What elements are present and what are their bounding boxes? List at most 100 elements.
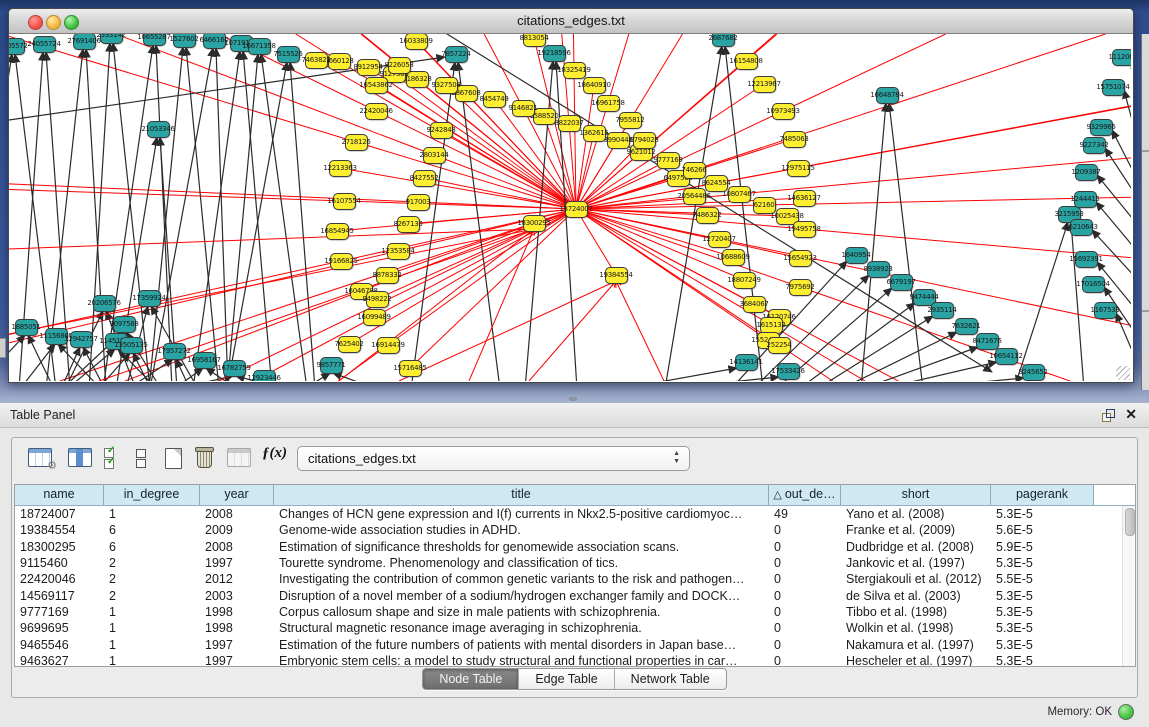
graph-node[interactable]: 7486322	[696, 207, 719, 224]
graph-node[interactable]: 19166825	[330, 253, 353, 270]
graph-node[interactable]: 18640910	[583, 77, 606, 94]
graph-node[interactable]: 20564486	[683, 188, 706, 205]
black-edge[interactable]	[458, 62, 500, 381]
black-edge[interactable]	[193, 51, 240, 381]
column-header-in_degree[interactable]: in_degree	[104, 485, 200, 505]
graph-node[interactable]: 17359924	[138, 290, 161, 307]
network-window-titlebar[interactable]: citations_edges.txt	[9, 9, 1133, 34]
table-row[interactable]: 911546021997Tourette syndrome. Phenomeno…	[15, 555, 1135, 571]
graph-node[interactable]: 10807467	[728, 186, 751, 203]
graph-node[interactable]: 6466160	[203, 34, 226, 49]
close-panel-icon[interactable]: ✕	[1125, 406, 1137, 423]
graph-node[interactable]: 21053346	[147, 121, 170, 138]
black-edge[interactable]	[1071, 222, 1084, 381]
network-canvas[interactable]: 1603380988130541832541918640910169617587…	[9, 34, 1131, 381]
table-row[interactable]: 946362711997Embryonic stem cells: a mode…	[15, 653, 1135, 667]
graph-node[interactable]: 12213967	[753, 76, 776, 93]
graph-node[interactable]: 6679197	[890, 274, 913, 291]
graph-node[interactable]: 8822037	[558, 115, 581, 132]
graph-node[interactable]: 9857771	[320, 357, 343, 374]
red-edge[interactable]	[616, 281, 664, 381]
graph-node[interactable]: 24055724	[33, 36, 56, 53]
red-edge[interactable]	[60, 223, 534, 381]
node-table[interactable]: namein_degreeyeartitle△out_de…shortpager…	[14, 484, 1136, 667]
graph-node[interactable]: 917003	[407, 194, 430, 211]
graph-node[interactable]: 19495758	[793, 221, 816, 238]
graph-node[interactable]: 746266	[683, 162, 706, 179]
graph-node[interactable]: 18325419	[563, 62, 586, 79]
column-header-short[interactable]: short	[841, 485, 991, 505]
graph-node[interactable]: 19384554	[605, 267, 628, 284]
red-edge[interactable]	[399, 281, 616, 381]
black-edge[interactable]	[290, 62, 315, 381]
graph-node[interactable]: 6794028	[633, 132, 656, 149]
red-edge[interactable]	[376, 111, 576, 209]
black-edge[interactable]	[1116, 313, 1131, 362]
black-edge[interactable]	[156, 45, 172, 381]
graph-node[interactable]: 10688609	[722, 249, 745, 266]
graph-node[interactable]: 7632621	[955, 318, 978, 335]
graph-node[interactable]: 18807249	[733, 272, 756, 289]
red-edge[interactable]	[608, 34, 629, 103]
graph-node[interactable]: 8226058	[388, 57, 411, 74]
graph-node[interactable]: 12720407	[708, 231, 731, 248]
graph-node[interactable]: 7955812	[619, 112, 642, 129]
graph-node[interactable]: 2935114	[931, 302, 954, 319]
graph-node[interactable]: 1209387	[1075, 164, 1098, 181]
graph-node[interactable]: 16914479	[377, 337, 400, 354]
graph-node[interactable]: 8454749	[483, 91, 506, 108]
graph-node[interactable]: 16107554	[333, 193, 356, 210]
graph-node[interactable]: 8427552	[413, 170, 436, 187]
graph-node[interactable]: 9327508	[435, 77, 458, 94]
graph-node[interactable]: 7515526	[277, 46, 300, 63]
delete-table-icon[interactable]	[197, 450, 212, 468]
column-header-out_de[interactable]: △out_de…	[769, 485, 841, 505]
column-chooser-icon[interactable]	[68, 448, 92, 467]
graph-node[interactable]: 16782759	[223, 360, 246, 377]
graph-node[interactable]: 8471676	[976, 333, 999, 350]
graph-node[interactable]: 18300295	[523, 215, 546, 232]
column-header-year[interactable]: year	[200, 485, 274, 505]
graph-node[interactable]: 27691406	[73, 34, 96, 50]
graph-node[interactable]: 16033809	[405, 34, 428, 50]
graph-node[interactable]: 9245652	[1022, 364, 1045, 381]
graph-node[interactable]: 7625402	[338, 336, 361, 353]
graph-node[interactable]: 8186328	[406, 71, 429, 88]
graph-node-hub[interactable]: 18724007	[565, 201, 588, 218]
new-table-icon[interactable]	[165, 448, 182, 469]
table-row[interactable]: 977716911998Corpus callosum shape and si…	[15, 604, 1135, 620]
graph-node[interactable]: 2718126	[345, 134, 368, 151]
graph-node[interactable]: 16648784	[876, 87, 899, 104]
black-edge[interactable]	[261, 54, 307, 381]
graph-node[interactable]: 8938923	[867, 261, 890, 278]
memory-status-indicator[interactable]	[1118, 704, 1134, 720]
graph-node[interactable]: 9227342	[1083, 137, 1106, 154]
graph-node[interactable]: 7975692	[789, 279, 812, 296]
tab-edge-table[interactable]: Edge Table	[519, 669, 614, 689]
graph-node[interactable]: 16854945	[326, 223, 349, 240]
graph-node[interactable]: 17533426	[777, 363, 800, 380]
import-table-icon[interactable]	[227, 448, 251, 467]
red-edge[interactable]	[9, 229, 534, 249]
black-edge[interactable]	[304, 373, 330, 381]
red-edge[interactable]	[783, 34, 946, 111]
graph-node[interactable]: 12942757	[70, 331, 93, 348]
table-row[interactable]: 2242004622012Investigating the contribut…	[15, 571, 1135, 587]
red-edge[interactable]	[9, 229, 534, 334]
table-row[interactable]: 946554611997Estimation of the future num…	[15, 636, 1135, 652]
graph-node[interactable]: 2803144	[423, 147, 446, 164]
graph-node[interactable]: 20206576	[93, 295, 116, 312]
graph-node[interactable]: 7857224	[445, 46, 468, 63]
collapsed-panel-handle[interactable]	[0, 338, 6, 358]
graph-node[interactable]: 14136141	[735, 354, 758, 371]
float-panel-icon[interactable]	[1102, 409, 1115, 422]
red-edge[interactable]	[469, 229, 534, 381]
graph-node[interactable]: 16671358	[248, 38, 271, 55]
graph-node[interactable]: 9405572	[9, 38, 25, 55]
graph-node[interactable]: 9097588	[113, 316, 136, 333]
graph-node[interactable]: 22420046	[365, 103, 388, 120]
table-row[interactable]: 1872400712008Changes of HCN gene express…	[15, 506, 1135, 522]
window-resize-grip[interactable]	[1116, 366, 1130, 380]
graph-node[interactable]: 10655287	[143, 34, 166, 46]
graph-node[interactable]: 16099489	[363, 309, 386, 326]
